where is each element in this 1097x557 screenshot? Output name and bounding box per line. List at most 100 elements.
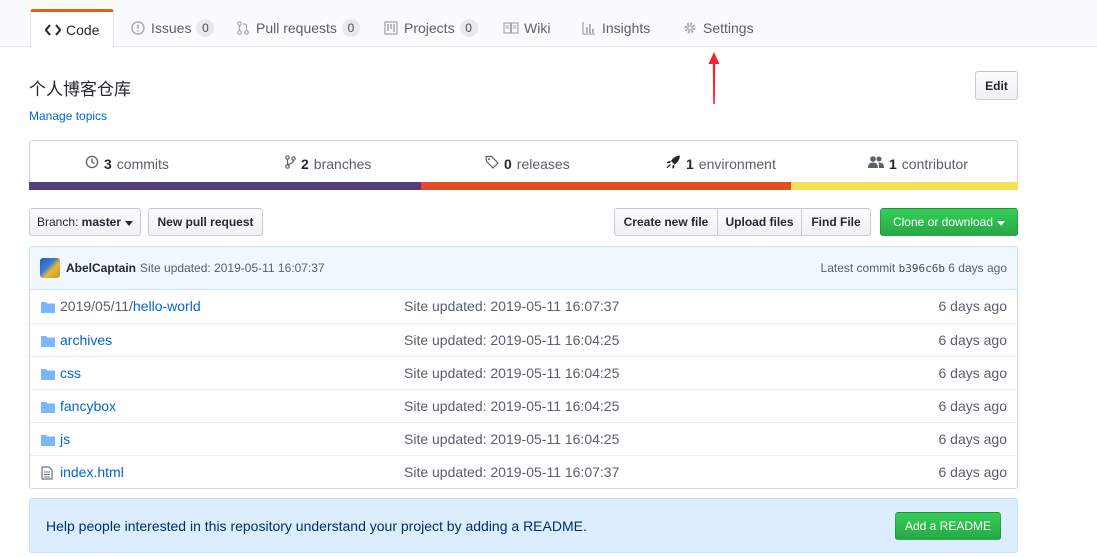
folder-icon <box>41 433 55 447</box>
environments-link[interactable]: 1 environment <box>666 155 776 172</box>
tab-pull-requests[interactable]: Pull requests 0 <box>221 9 374 47</box>
contributors-count: 1 <box>889 155 897 172</box>
tab-label: Issues <box>151 20 192 36</box>
branches-label: branches <box>313 155 372 172</box>
language-segment[interactable] <box>420 182 791 190</box>
tab-insights[interactable]: Insights <box>567 9 664 47</box>
code-icon <box>45 22 61 38</box>
clone-or-download-button[interactable]: Clone or download <box>880 208 1018 236</box>
readme-banner: Help people interested in this repositor… <box>29 498 1018 553</box>
create-new-file-button[interactable]: Create new file <box>614 208 718 236</box>
rocket-icon <box>666 155 681 172</box>
find-file-button[interactable]: Find File <box>801 208 871 236</box>
avatar[interactable] <box>40 258 60 278</box>
folder-icon <box>41 400 55 414</box>
pull-requests-counter: 0 <box>341 19 360 37</box>
language-bar[interactable] <box>29 182 1018 190</box>
file-age: 6 days ago <box>938 431 1008 447</box>
tab-label: Code <box>66 21 100 38</box>
file-list: 2019/05/11/hello-world Site updated: 2019… <box>29 290 1018 489</box>
file-commit-message[interactable]: Site updated: 2019-05-11 16:04:25 <box>404 398 619 414</box>
file-age: 6 days ago <box>938 398 1008 414</box>
commits-link[interactable]: 3 commits <box>85 155 169 172</box>
file-name-link[interactable]: css <box>60 365 81 381</box>
folder-icon <box>41 300 55 314</box>
file-name: archives <box>60 332 113 348</box>
file-commit-message[interactable]: Site updated: 2019-05-11 16:04:25 <box>404 365 619 381</box>
tab-projects[interactable]: Projects 0 <box>369 9 492 47</box>
tab-label: Projects <box>404 20 455 36</box>
projects-counter: 0 <box>459 19 478 37</box>
file-commit-message[interactable]: Site updated: 2019-05-11 16:07:37 <box>404 298 619 314</box>
add-readme-button[interactable]: Add a README <box>895 512 1001 540</box>
tab-issues[interactable]: Issues 0 <box>116 9 228 47</box>
branch-name: master <box>81 215 122 229</box>
tag-icon <box>485 155 499 172</box>
contributors-label: contributor <box>901 155 968 172</box>
issues-counter: 0 <box>196 19 215 37</box>
file-age: 6 days ago <box>938 298 1008 314</box>
commit-sha[interactable]: b396c6b <box>899 262 945 275</box>
file-age: 6 days ago <box>938 332 1008 348</box>
readme-banner-text: Help people interested in this repositor… <box>46 517 587 534</box>
file-row: js Site updated: 2019-05-11 16:04:25 6 day… <box>30 422 1017 455</box>
latest-commit-label: Latest commit <box>820 261 896 275</box>
branch-prefix: Branch: <box>36 215 79 229</box>
file-name: index.html <box>60 464 124 480</box>
branches-link[interactable]: 2 branches <box>285 155 371 172</box>
history-icon <box>85 155 99 172</box>
file-commit-message[interactable]: Site updated: 2019-05-11 16:07:37 <box>404 464 619 480</box>
tab-label: Insights <box>602 20 651 36</box>
environments-count: 1 <box>686 155 694 172</box>
file-name-link[interactable]: fancybox <box>60 398 116 414</box>
issue-icon <box>130 20 146 36</box>
commit-message[interactable]: Site updated: 2019-05-11 16:07:37 <box>140 261 325 275</box>
commit-tease: AbelCaptain Site updated: 2019-05-11 16:… <box>29 246 1018 290</box>
branch-select-button[interactable]: Branch: master <box>29 208 141 236</box>
file-row: css Site updated: 2019-05-11 16:04:25 6 da… <box>30 356 1017 389</box>
commits-label: commits <box>116 155 169 172</box>
file-commit-message[interactable]: Site updated: 2019-05-11 16:04:25 <box>404 431 619 447</box>
caret-down-icon <box>997 215 1006 229</box>
commit-age: 6 days ago <box>948 261 1007 275</box>
file-age: 6 days ago <box>938 365 1008 381</box>
environments-label: environment <box>698 155 776 172</box>
file-age: 6 days ago <box>938 464 1008 480</box>
releases-link[interactable]: 0 releases <box>485 155 570 172</box>
tab-label: Settings <box>703 20 754 36</box>
clone-label: Clone or download <box>892 215 994 229</box>
project-icon <box>383 20 399 36</box>
graph-icon <box>581 20 597 36</box>
file-commit-message[interactable]: Site updated: 2019-05-11 16:04:25 <box>404 332 619 348</box>
tab-settings[interactable]: Settings <box>668 9 768 47</box>
language-segment[interactable] <box>790 182 1018 190</box>
file-row: archives Site updated: 2019-05-11 16:04:2… <box>30 323 1017 356</box>
commits-count: 3 <box>104 155 112 172</box>
repo-tab-bar: Code Issues 0 Pull requests 0 Projects 0… <box>0 0 1097 48</box>
file-name: js <box>60 431 71 447</box>
annotation-arrow <box>708 52 720 104</box>
tab-label: Pull requests <box>256 20 337 36</box>
edit-description-button[interactable]: Edit <box>975 71 1018 100</box>
file-name-link[interactable]: 2019/05/11/hello-world <box>60 298 201 314</box>
tab-code[interactable]: Code <box>30 9 115 48</box>
path-prefix: 2019/05/11/ <box>60 298 133 314</box>
file-name: css <box>60 365 81 381</box>
commit-author[interactable]: AbelCaptain <box>66 261 136 275</box>
tab-wiki[interactable]: Wiki <box>489 9 564 47</box>
new-pull-request-button[interactable]: New pull request <box>148 208 263 236</box>
upload-files-button[interactable]: Upload files <box>717 208 802 236</box>
branches-count: 2 <box>301 155 309 172</box>
file-name: hello-world <box>132 298 201 314</box>
latest-commit: Latest commit b396c6b 6 days ago <box>821 261 1007 275</box>
language-segment[interactable] <box>29 182 421 190</box>
contributors-link[interactable]: 1 contributor <box>868 155 968 172</box>
people-icon <box>868 155 884 172</box>
folder-icon <box>41 367 55 381</box>
file-name-link[interactable]: js <box>60 431 70 447</box>
manage-topics-link[interactable]: Manage topics <box>29 109 107 123</box>
file-name: fancybox <box>60 398 117 414</box>
file-actions-group: Create new file Upload files Find File <box>614 208 871 236</box>
file-name-link[interactable]: archives <box>60 332 112 348</box>
file-name-link[interactable]: index.html <box>60 464 124 480</box>
